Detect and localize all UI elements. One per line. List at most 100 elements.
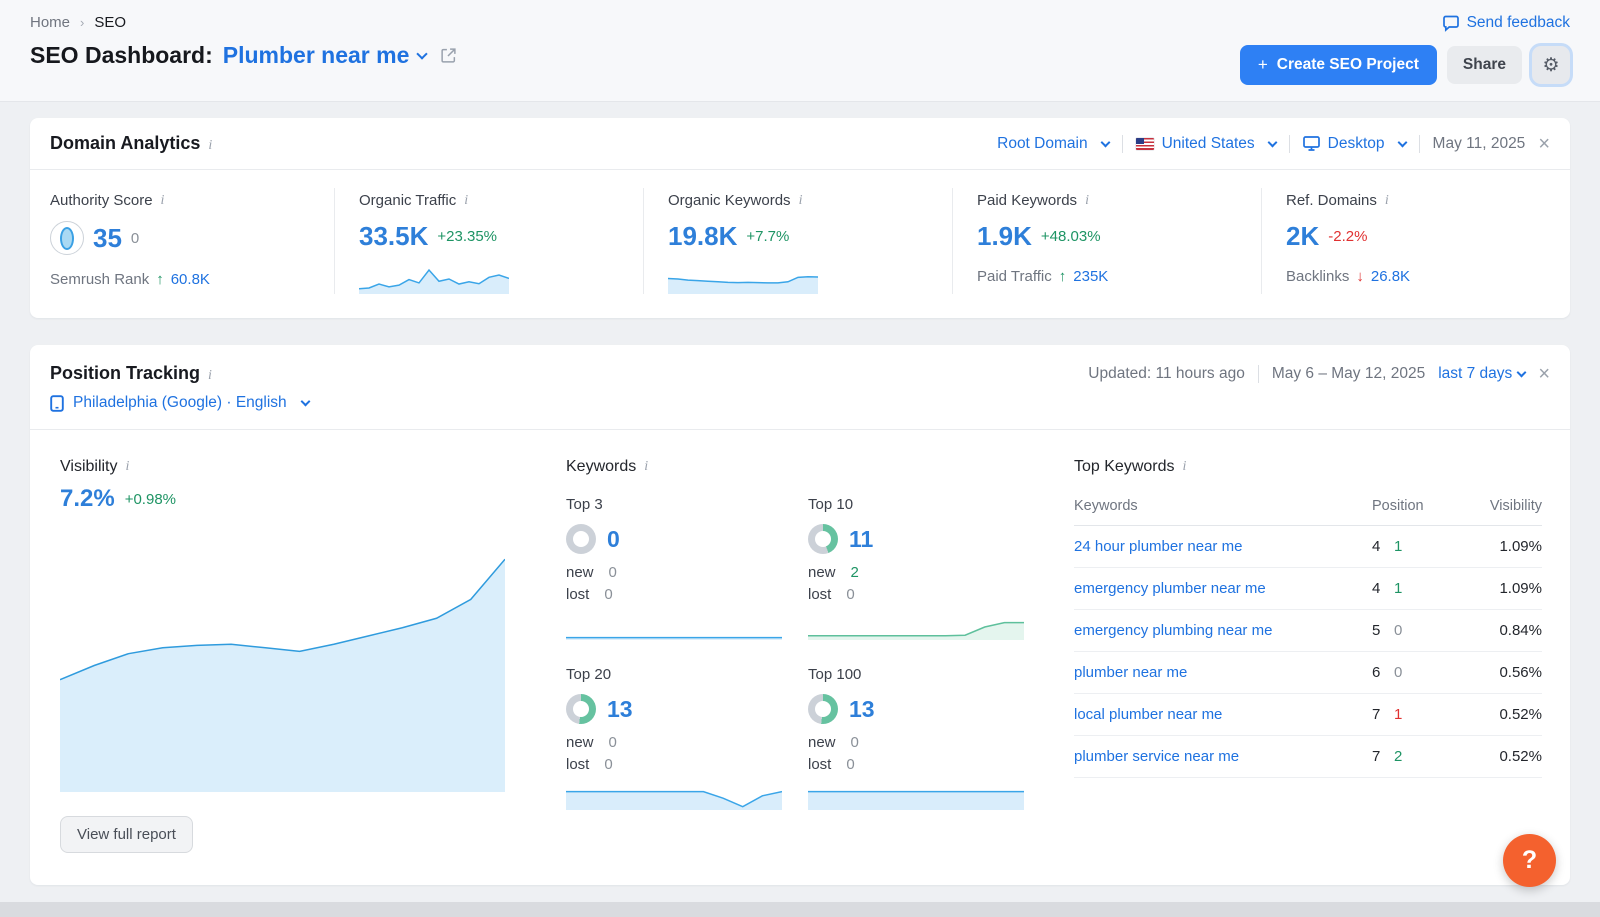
page-title: SEO Dashboard: [30, 42, 213, 69]
keyword-link[interactable]: local plumber near me [1074, 706, 1222, 723]
top-keywords-section: Top Keywords Keywords Position Visibilit… [1074, 458, 1550, 853]
breadcrumb-seo: SEO [94, 14, 126, 31]
desktop-icon [1303, 136, 1320, 151]
plus-icon [1258, 55, 1268, 75]
top3-bucket: Top 3 0 new0 lost0 [566, 496, 782, 640]
keyword-link[interactable]: emergency plumber near me [1074, 580, 1266, 597]
col-header-position: Position [1372, 492, 1464, 526]
chevron-down-icon [1100, 137, 1110, 147]
view-full-report-button[interactable]: View full report [60, 816, 193, 853]
top100-new: 0 [851, 734, 859, 751]
top100-lost: 0 [846, 756, 854, 773]
gear-icon [1542, 54, 1559, 77]
paid-keywords-delta: +48.03% [1041, 228, 1101, 245]
main-content: Domain Analytics Root Domain United Stat… [0, 102, 1600, 885]
breadcrumb: Home › SEO [30, 14, 457, 31]
top20-lost: 0 [604, 756, 612, 773]
visibility-value: 7.2% [60, 485, 115, 513]
info-icon[interactable] [126, 459, 130, 475]
location-label: Philadelphia (Google) · English [73, 394, 287, 412]
create-seo-project-button[interactable]: Create SEO Project [1240, 45, 1437, 85]
info-icon[interactable] [464, 193, 468, 209]
table-row: local plumber near me 71 0.52% [1074, 694, 1542, 736]
info-icon[interactable] [644, 459, 648, 475]
close-icon[interactable] [1538, 134, 1550, 154]
top3-lost: 0 [604, 586, 612, 603]
info-icon[interactable] [208, 368, 212, 383]
send-feedback-link[interactable]: Send feedback [1442, 14, 1570, 32]
top10-bucket: Top 10 11 new2 lost0 [808, 496, 1024, 640]
top10-count: 11 [849, 526, 873, 553]
top20-new: 0 [609, 734, 617, 751]
chevron-down-icon [417, 48, 428, 59]
divider [1289, 135, 1290, 153]
position-change: 0 [1394, 664, 1402, 681]
date-range-selector[interactable]: last 7 days [1438, 365, 1525, 383]
ref-domains-delta: -2.2% [1328, 228, 1367, 245]
campaign-location-selector[interactable]: Philadelphia (Google) · English [30, 386, 1570, 430]
top-keywords-table: Keywords Position Visibility 24 hour plu… [1074, 492, 1542, 778]
organic-traffic-sparkline [359, 264, 509, 294]
arrow-up-icon [1059, 268, 1067, 285]
organic-keywords-sparkline [668, 264, 818, 294]
top3-donut-chart [566, 524, 596, 554]
table-row: emergency plumbing near me 50 0.84% [1074, 610, 1542, 652]
position-tracking-title: Position Tracking [50, 363, 200, 383]
paid-traffic-value[interactable]: 235K [1073, 268, 1108, 285]
organic-traffic-value: 33.5K [359, 221, 428, 252]
ref-domains-metric: Ref. Domains 2K -2.2% Backlinks 26.8K [1261, 188, 1570, 294]
info-icon[interactable] [208, 138, 212, 153]
keyword-link[interactable]: plumber service near me [1074, 748, 1239, 765]
device-filter[interactable]: Desktop [1303, 135, 1406, 153]
chevron-down-icon [1517, 367, 1527, 377]
top100-sparkline [808, 784, 1024, 810]
top100-donut-chart [808, 694, 838, 724]
info-icon[interactable] [1183, 459, 1187, 475]
keyword-link[interactable]: emergency plumbing near me [1074, 622, 1272, 639]
close-icon[interactable] [1538, 364, 1550, 384]
organic-keywords-value: 19.8K [668, 221, 737, 252]
country-filter[interactable]: United States [1136, 135, 1276, 153]
top10-new: 2 [851, 564, 859, 581]
semrush-rank-value[interactable]: 60.8K [171, 271, 210, 288]
authority-delta: 0 [131, 230, 139, 247]
position-change: 1 [1394, 580, 1402, 597]
info-icon[interactable] [799, 193, 803, 209]
top20-count: 13 [607, 696, 633, 723]
ref-domains-value: 2K [1286, 221, 1319, 252]
top20-bucket: Top 20 13 new0 lost0 [566, 666, 782, 810]
info-icon[interactable] [161, 193, 165, 209]
visibility-area-chart [60, 539, 505, 792]
help-button[interactable]: ? [1503, 834, 1556, 887]
backlinks-value[interactable]: 26.8K [1371, 268, 1410, 285]
info-icon[interactable] [1385, 193, 1389, 209]
domain-analytics-widget: Domain Analytics Root Domain United Stat… [30, 118, 1570, 318]
chevron-down-icon [300, 397, 310, 407]
keywords-section: Keywords Top 3 0 new0 lost0 [566, 458, 1050, 853]
top10-donut-chart [808, 524, 838, 554]
keyword-link[interactable]: 24 hour plumber near me [1074, 538, 1242, 555]
top3-new: 0 [609, 564, 617, 581]
position-change: 1 [1394, 706, 1402, 723]
date-label: May 11, 2025 [1433, 135, 1526, 153]
authority-score-metric: Authority Score 35 0 Semrush Rank 60.8K [30, 188, 334, 294]
keyword-link[interactable]: plumber near me [1074, 664, 1187, 681]
organic-keywords-metric: Organic Keywords 19.8K +7.7% [643, 188, 952, 294]
table-row: emergency plumber near me 41 1.09% [1074, 568, 1542, 610]
external-link-icon[interactable] [440, 47, 457, 64]
top10-lost: 0 [846, 586, 854, 603]
breadcrumb-home[interactable]: Home [30, 14, 70, 31]
share-button[interactable]: Share [1447, 46, 1522, 84]
col-header-keywords: Keywords [1074, 492, 1372, 526]
breadcrumb-separator-icon: › [80, 15, 84, 30]
table-row: plumber service near me 72 0.52% [1074, 736, 1542, 778]
device-phone-icon [50, 395, 64, 412]
arrow-down-icon [1356, 268, 1364, 285]
organic-traffic-metric: Organic Traffic 33.5K +23.35% [334, 188, 643, 294]
top10-sparkline [808, 614, 1024, 640]
root-domain-filter[interactable]: Root Domain [997, 135, 1108, 153]
project-selector[interactable]: Plumber near me [223, 42, 427, 69]
paid-keywords-metric: Paid Keywords 1.9K +48.03% Paid Traffic … [952, 188, 1261, 294]
info-icon[interactable] [1085, 193, 1089, 209]
settings-button[interactable] [1532, 46, 1570, 84]
